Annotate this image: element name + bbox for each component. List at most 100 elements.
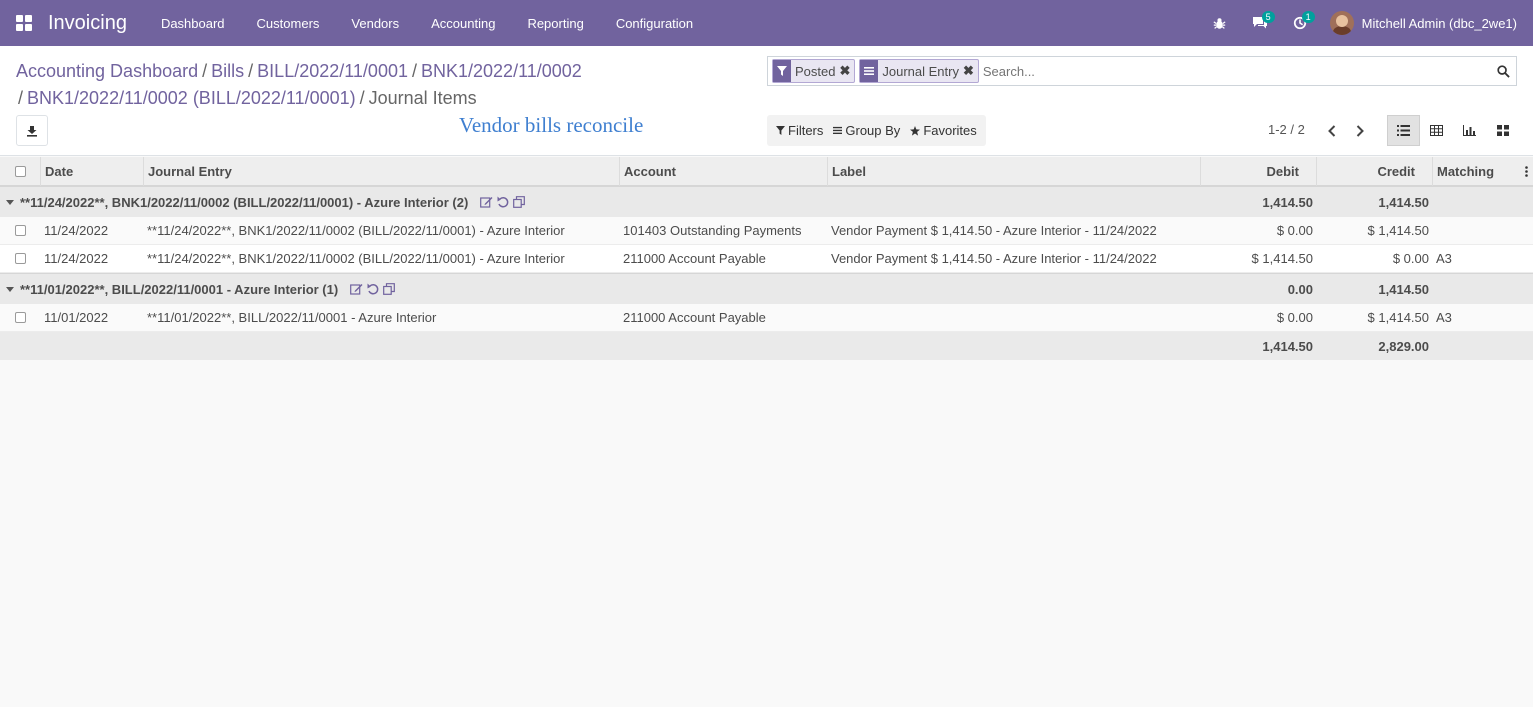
column-account[interactable]: Account bbox=[620, 157, 828, 186]
facet-posted[interactable]: Posted ✖ bbox=[772, 59, 856, 83]
menu-customers[interactable]: Customers bbox=[241, 0, 336, 46]
table-row[interactable]: 11/24/2022 **11/24/2022**, BNK1/2022/11/… bbox=[0, 245, 1533, 273]
app-name[interactable]: Invoicing bbox=[48, 12, 127, 35]
menu-configuration[interactable]: Configuration bbox=[600, 0, 709, 46]
breadcrumb-separator: / bbox=[411, 61, 417, 81]
select-all-checkbox[interactable] bbox=[14, 166, 26, 177]
edit-icon[interactable] bbox=[480, 196, 493, 208]
cell-credit: $ 1,414.50 bbox=[1367, 223, 1429, 238]
row-checkbox-cell bbox=[0, 217, 41, 244]
search-icon[interactable] bbox=[1490, 64, 1516, 78]
select-all-checkbox-cell bbox=[0, 157, 41, 186]
cell-credit: $ 0.00 bbox=[1392, 251, 1429, 266]
activity-clock-icon[interactable]: 1 bbox=[1280, 0, 1320, 46]
facet-remove-icon[interactable]: ✖ bbox=[839, 63, 854, 79]
undo-icon[interactable] bbox=[497, 196, 509, 208]
cell-account: 211000 Account Payable bbox=[623, 310, 766, 325]
user-avatar bbox=[1329, 11, 1354, 35]
export-button[interactable] bbox=[16, 115, 48, 146]
optional-columns-icon[interactable] bbox=[1520, 157, 1533, 186]
messaging-badge: 5 bbox=[1261, 11, 1275, 23]
menu-vendors[interactable]: Vendors bbox=[335, 0, 415, 46]
filters-button[interactable]: Filters bbox=[771, 115, 828, 146]
group-title: **11/24/2022**, BNK1/2022/11/0002 (BILL/… bbox=[20, 194, 469, 210]
breadcrumb-item-bank-bill-entry[interactable]: BNK1/2022/11/0002 (BILL/2022/11/0001) bbox=[27, 88, 356, 108]
column-credit[interactable]: Credit bbox=[1317, 157, 1433, 186]
cell-label bbox=[828, 304, 1201, 331]
caret-down-icon bbox=[6, 286, 14, 292]
cell-date: 11/24/2022 bbox=[44, 251, 109, 266]
table-row[interactable]: 11/01/2022 **11/01/2022**, BILL/2022/11/… bbox=[0, 304, 1533, 332]
next-page-icon[interactable] bbox=[1346, 115, 1374, 146]
copy-icon[interactable] bbox=[513, 196, 526, 208]
control-panel: Accounting Dashboard / Bills / BILL/2022/11/… bbox=[0, 46, 1533, 156]
breadcrumb: Accounting Dashboard / Bills / BILL/2022/11/… bbox=[16, 58, 756, 112]
group-row[interactable]: **11/24/2022**, BNK1/2022/11/0002 (BILL/… bbox=[0, 186, 1533, 217]
caret-down-icon bbox=[6, 199, 14, 205]
facet-journal-entry-label: Journal Entry bbox=[882, 63, 959, 79]
group-title-cell: **11/01/2022**, BILL/2022/11/0001 - Azur… bbox=[6, 274, 1196, 304]
group-title: **11/01/2022**, BILL/2022/11/0001 - Azur… bbox=[20, 281, 339, 297]
breadcrumb-separator: / bbox=[18, 88, 24, 108]
pager-value[interactable]: 1-2 / 2 bbox=[1268, 122, 1305, 137]
favorites-label: Favorites bbox=[923, 123, 977, 138]
search-input[interactable] bbox=[982, 58, 1490, 84]
breadcrumb-item-bill[interactable]: BILL/2022/11/0001 bbox=[257, 61, 408, 81]
cell-matching: A3 bbox=[1436, 310, 1452, 325]
group-title-cell: **11/24/2022**, BNK1/2022/11/0002 (BILL/… bbox=[6, 187, 1196, 217]
total-debit: 1,414.50 bbox=[1262, 338, 1313, 354]
row-checkbox[interactable] bbox=[15, 253, 26, 264]
list-view-icon[interactable] bbox=[1387, 115, 1420, 146]
menu-reporting[interactable]: Reporting bbox=[511, 0, 599, 46]
copy-icon[interactable] bbox=[383, 283, 396, 295]
cell-journal-entry: **11/24/2022**, BNK1/2022/11/0002 (BILL/… bbox=[147, 223, 565, 238]
facet-journal-entry[interactable]: Journal Entry ✖ bbox=[859, 59, 979, 83]
column-journal-entry[interactable]: Journal Entry bbox=[144, 157, 620, 186]
undo-icon[interactable] bbox=[367, 283, 379, 295]
cell-account: 101403 Outstanding Payments bbox=[623, 223, 802, 238]
messaging-icon[interactable]: 5 bbox=[1240, 0, 1280, 46]
kanban-view-icon[interactable] bbox=[1486, 115, 1519, 146]
group-credit: 1,414.50 bbox=[1378, 281, 1429, 297]
cell-journal-entry: **11/01/2022**, BILL/2022/11/0001 - Azur… bbox=[147, 310, 437, 325]
apps-menu-icon[interactable] bbox=[0, 0, 48, 46]
breadcrumb-item-bank-entry[interactable]: BNK1/2022/11/0002 bbox=[421, 61, 582, 81]
cell-label: Vendor Payment $ 1,414.50 - Azure Interi… bbox=[831, 251, 1157, 266]
column-label[interactable]: Label bbox=[828, 157, 1201, 186]
edit-icon[interactable] bbox=[350, 283, 363, 295]
previous-page-icon[interactable] bbox=[1318, 115, 1346, 146]
favorites-button[interactable]: Favorites bbox=[905, 115, 981, 146]
menu-accounting[interactable]: Accounting bbox=[415, 0, 511, 46]
breadcrumb-separator: / bbox=[359, 88, 365, 108]
cell-debit: $ 0.00 bbox=[1276, 310, 1313, 325]
graph-view-icon[interactable] bbox=[1453, 115, 1486, 146]
view-switcher bbox=[1387, 115, 1519, 146]
search-options-bar: Filters Group By Favorites bbox=[767, 115, 986, 146]
group-by-icon bbox=[833, 126, 843, 135]
top-navbar: Invoicing Dashboard Customers Vendors Ac… bbox=[0, 0, 1533, 46]
user-name: Mitchell Admin (dbc_2we1) bbox=[1361, 15, 1517, 31]
column-debit[interactable]: Debit bbox=[1201, 157, 1317, 186]
menu-dashboard[interactable]: Dashboard bbox=[145, 0, 241, 46]
breadcrumb-item-bills[interactable]: Bills bbox=[211, 61, 244, 81]
breadcrumb-separator: / bbox=[248, 61, 254, 81]
table-header: Date Journal Entry Account Label Debit C… bbox=[0, 157, 1533, 186]
cell-matching: A3 bbox=[1436, 251, 1452, 266]
pivot-view-icon[interactable] bbox=[1420, 115, 1453, 146]
user-menu[interactable]: Mitchell Admin (dbc_2we1) bbox=[1320, 11, 1533, 35]
star-icon bbox=[910, 125, 921, 136]
group-by-button[interactable]: Group By bbox=[828, 115, 905, 146]
row-checkbox[interactable] bbox=[15, 225, 26, 236]
column-date[interactable]: Date bbox=[41, 157, 144, 186]
group-row[interactable]: **11/01/2022**, BILL/2022/11/0001 - Azur… bbox=[0, 273, 1533, 304]
table-row[interactable]: 11/24/2022 **11/24/2022**, BNK1/2022/11/… bbox=[0, 217, 1533, 245]
breadcrumb-current: Journal Items bbox=[368, 88, 477, 108]
filter-icon bbox=[776, 126, 785, 135]
facet-remove-icon[interactable]: ✖ bbox=[963, 63, 978, 79]
row-checkbox[interactable] bbox=[15, 312, 26, 323]
debug-bug-icon[interactable] bbox=[1200, 0, 1240, 46]
cell-date: 11/24/2022 bbox=[44, 223, 109, 238]
column-matching[interactable]: Matching bbox=[1433, 157, 1533, 186]
breadcrumb-item-accounting-dashboard[interactable]: Accounting Dashboard bbox=[16, 61, 198, 81]
group-credit: 1,414.50 bbox=[1378, 194, 1429, 210]
